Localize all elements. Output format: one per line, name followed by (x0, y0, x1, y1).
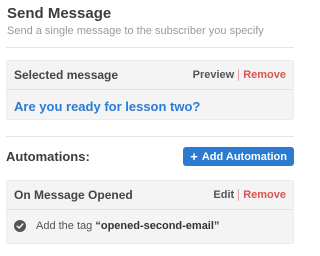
page-subtitle: Send a single message to the subscriber … (7, 25, 264, 37)
remove-message-link[interactable]: Remove (243, 69, 286, 81)
action-separator (238, 189, 240, 201)
page-header: Send Message Send a single message to th… (7, 5, 264, 38)
action-prefix: Add the tag (36, 220, 93, 232)
section-divider (6, 136, 294, 137)
tag-name: “opened-second-email” (95, 220, 220, 232)
action-separator (238, 69, 240, 81)
selected-message-card-header: Selected message Preview Remove (7, 61, 293, 90)
selected-message-card: Selected message Preview Remove Are you … (6, 60, 294, 120)
automation-action-row: Add the tag “opened-second-email” (7, 210, 293, 242)
page-title: Send Message (7, 5, 112, 22)
add-automation-button[interactable]: + Add Automation (183, 147, 294, 166)
automation-card: On Message Opened Edit Remove Add the ta… (6, 180, 294, 244)
automation-actions: Edit Remove (213, 189, 286, 201)
selected-message-label: Selected message (14, 68, 119, 82)
check-circle-icon (14, 220, 26, 232)
automation-action-text: Add the tag “opened-second-email” (36, 220, 219, 232)
selected-message-link[interactable]: Are you ready for lesson two? (7, 90, 293, 116)
preview-link[interactable]: Preview (193, 69, 235, 81)
edit-automation-link[interactable]: Edit (213, 189, 234, 201)
add-automation-label: Add Automation (201, 150, 287, 163)
automations-label: Automations: (6, 149, 90, 164)
automation-card-header: On Message Opened Edit Remove (7, 181, 293, 210)
header-divider (6, 47, 294, 48)
plus-icon: + (190, 149, 198, 164)
automations-header: Automations: + Add Automation (6, 147, 294, 166)
remove-automation-link[interactable]: Remove (243, 189, 286, 201)
trigger-label: On Message Opened (14, 188, 133, 202)
selected-message-actions: Preview Remove (193, 69, 286, 81)
